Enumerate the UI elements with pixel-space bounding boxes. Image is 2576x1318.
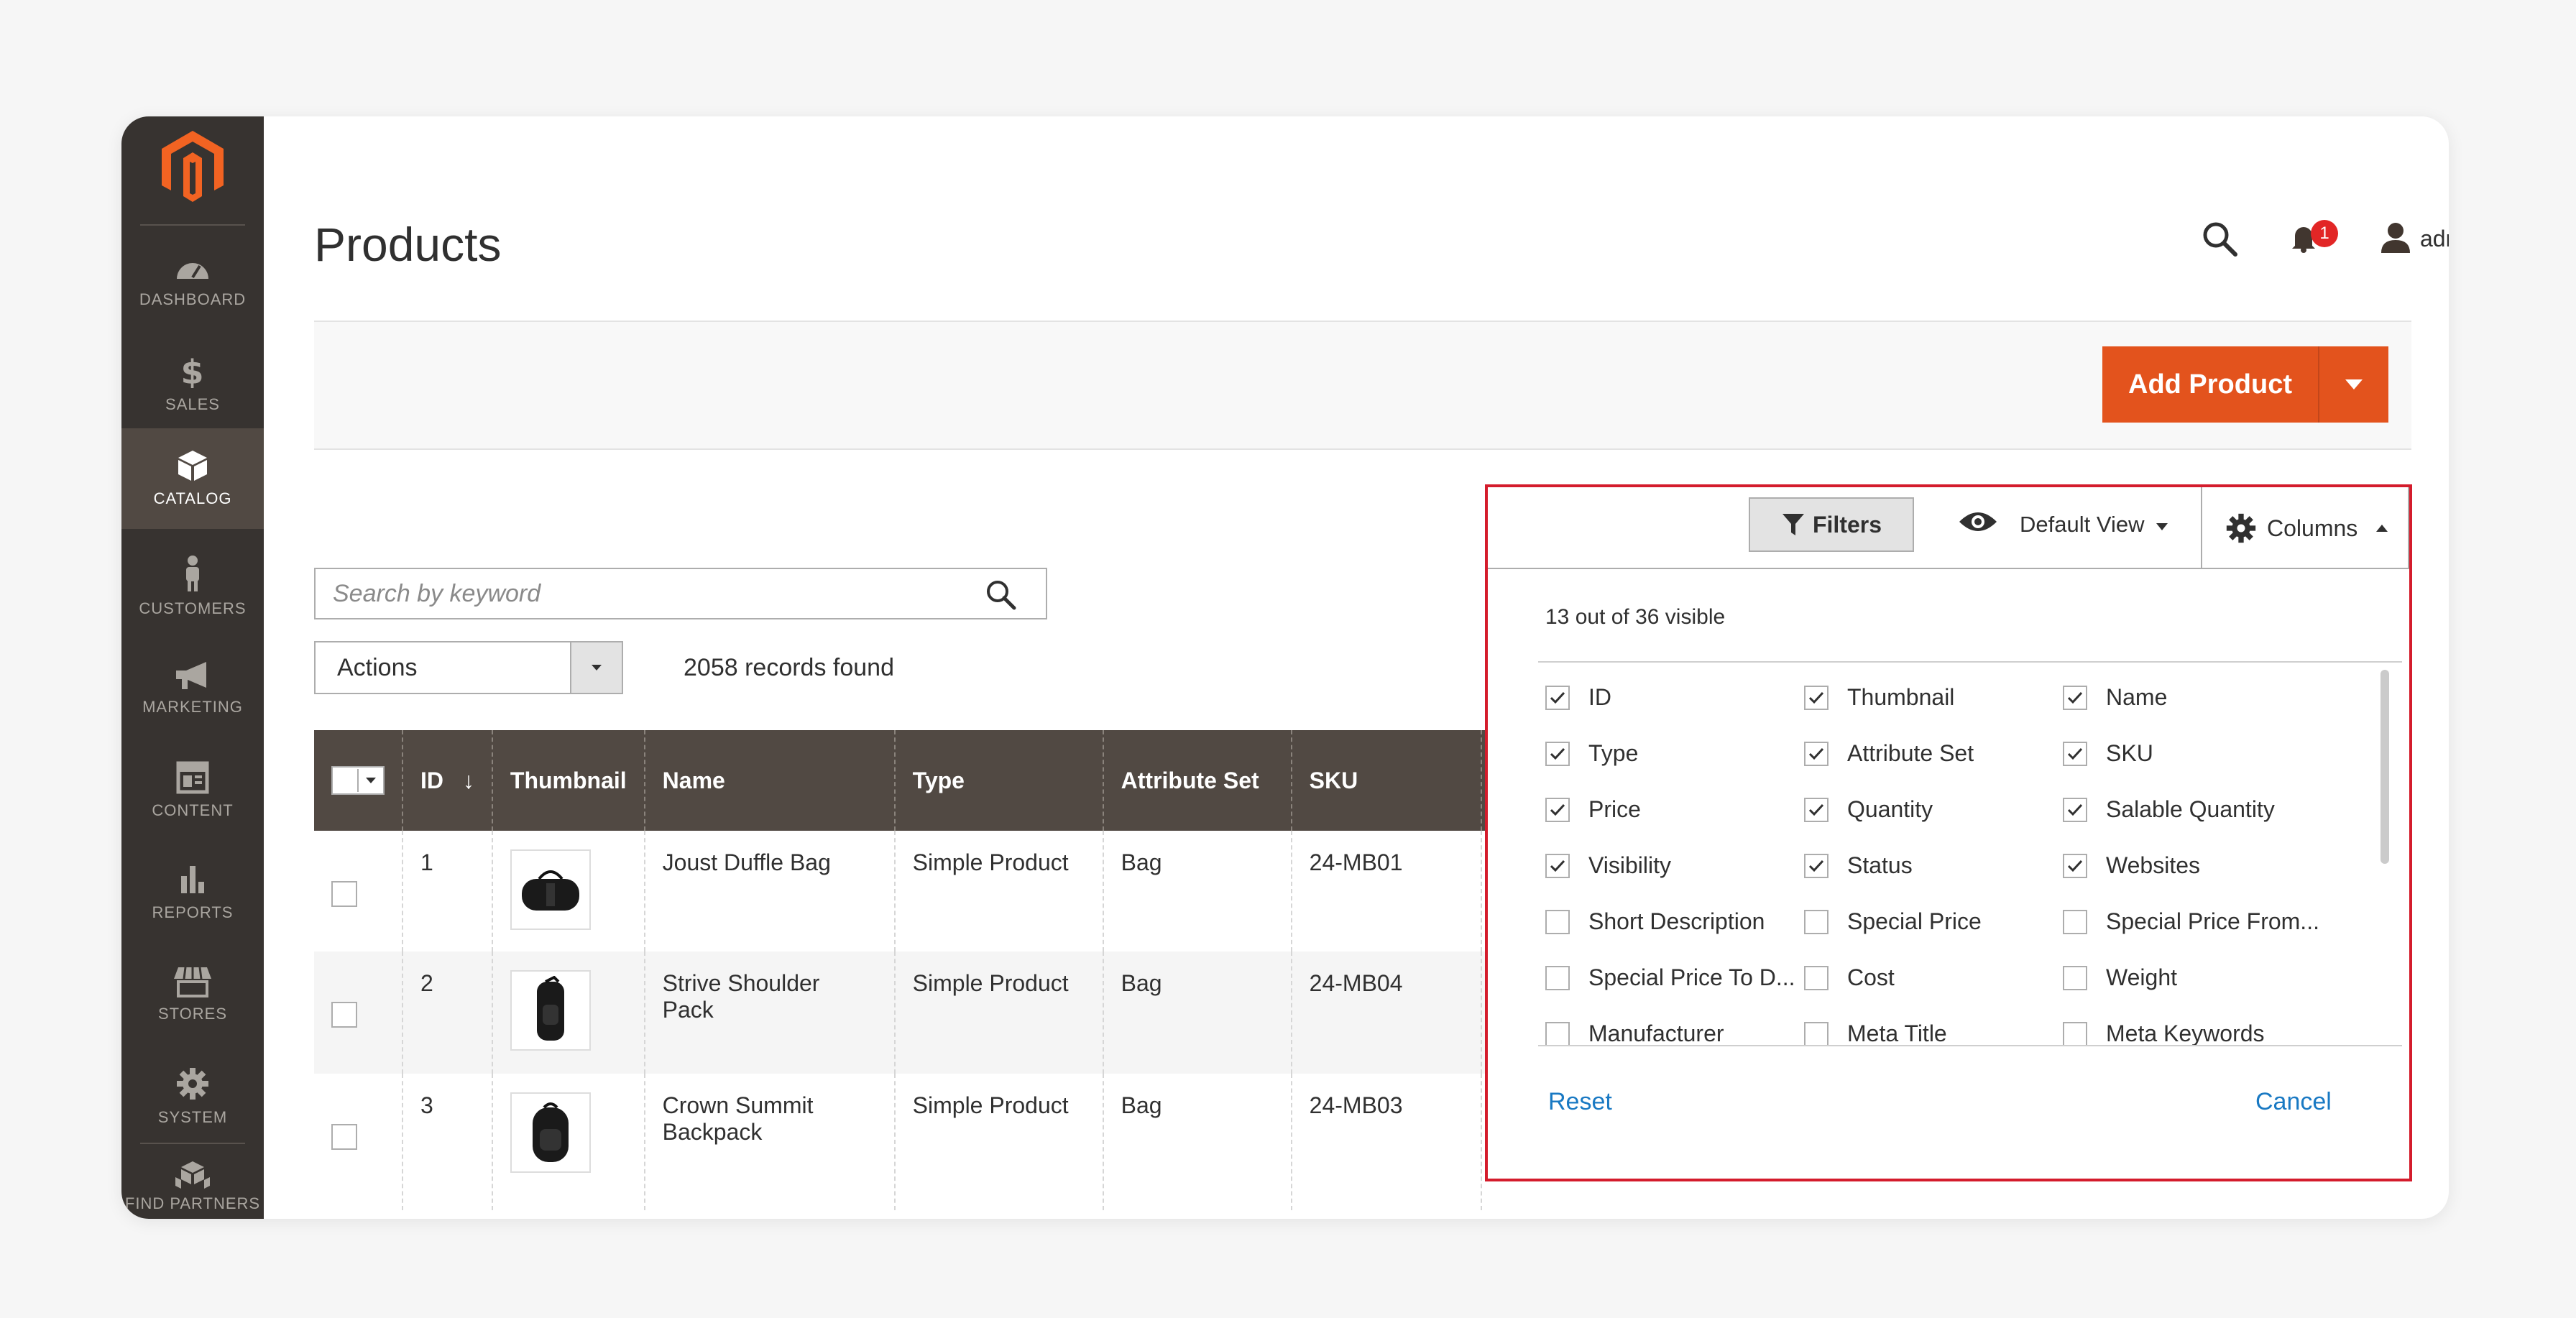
bar-chart-icon bbox=[181, 866, 204, 893]
cell-attribute-set: Bag bbox=[1103, 831, 1292, 951]
search-input[interactable] bbox=[316, 569, 967, 618]
sidebar-item-dashboard[interactable]: DASHBOARD bbox=[121, 231, 264, 332]
user-icon[interactable] bbox=[2380, 221, 2411, 253]
caret-down-icon bbox=[592, 665, 602, 670]
sort-arrow-icon: ↓ bbox=[462, 767, 474, 793]
row-checkbox[interactable] bbox=[331, 1002, 357, 1028]
cell-id: 2 bbox=[402, 951, 493, 1074]
sidebar-item-catalog[interactable]: CATALOG bbox=[121, 428, 264, 529]
cell-sku: 24-MB01 bbox=[1291, 831, 1482, 951]
sidebar-item-label: REPORTS bbox=[152, 903, 234, 921]
actions-dropdown-button[interactable] bbox=[570, 642, 622, 693]
sidebar-item-label: FIND PARTNERS bbox=[124, 1194, 261, 1212]
row-select-cell bbox=[314, 1074, 403, 1210]
keyword-search bbox=[314, 568, 1047, 619]
layout-icon bbox=[176, 761, 209, 794]
cell-attribute-set: Bag bbox=[1103, 951, 1292, 1074]
product-thumbnail[interactable] bbox=[510, 1092, 591, 1173]
page-actions-bar: Add Product bbox=[314, 321, 2411, 450]
sidebar-item-find-partners[interactable]: FIND PARTNERS bbox=[121, 1151, 264, 1219]
store-icon bbox=[174, 967, 211, 997]
column-header-id[interactable]: ID ↓ bbox=[402, 730, 493, 831]
sidebar-item-sales[interactable]: $ SALES bbox=[121, 333, 264, 434]
sidebar-item-content[interactable]: CONTENT bbox=[121, 740, 264, 841]
row-select-cell bbox=[314, 951, 403, 1074]
sidebar-item-marketing[interactable]: MARKETING bbox=[121, 638, 264, 739]
sidebar-item-system[interactable]: SYSTEM bbox=[121, 1046, 264, 1147]
search-icon[interactable] bbox=[984, 578, 1017, 611]
sidebar-item-label: CUSTOMERS bbox=[139, 599, 247, 617]
sidebar-item-label: SYSTEM bbox=[157, 1108, 228, 1126]
notification-badge: 1 bbox=[2311, 220, 2338, 247]
gear-icon bbox=[177, 1068, 208, 1100]
person-icon bbox=[186, 556, 199, 591]
cell-thumbnail bbox=[492, 831, 645, 951]
cell-id: 1 bbox=[402, 831, 493, 951]
mass-select-dropdown[interactable] bbox=[331, 766, 385, 795]
add-product-dropdown-toggle[interactable] bbox=[2319, 378, 2388, 391]
sidebar-item-stores[interactable]: STORES bbox=[121, 944, 264, 1045]
add-product-label[interactable]: Add Product bbox=[2102, 369, 2318, 400]
cell-attribute-set: Bag bbox=[1103, 1074, 1292, 1210]
sidebar-divider bbox=[140, 224, 245, 226]
column-header-type[interactable]: Type bbox=[894, 730, 1104, 831]
caret-down-icon bbox=[366, 778, 376, 783]
row-select-cell bbox=[314, 831, 403, 951]
column-header-sku[interactable]: SKU bbox=[1291, 730, 1482, 831]
cell-name: Crown Summit Backpack bbox=[644, 1074, 896, 1210]
backpack-image bbox=[532, 1102, 569, 1162]
dashboard-icon bbox=[177, 263, 208, 279]
dollar-icon: $ bbox=[180, 354, 204, 388]
product-thumbnail[interactable] bbox=[510, 970, 591, 1051]
mass-actions-select[interactable]: Actions bbox=[314, 641, 623, 694]
row-checkbox[interactable] bbox=[331, 1124, 357, 1150]
product-thumbnail[interactable] bbox=[510, 849, 591, 930]
add-product-button[interactable]: Add Product bbox=[2102, 346, 2388, 423]
duffle-bag-image bbox=[521, 870, 579, 911]
search-icon[interactable] bbox=[2201, 220, 2238, 257]
shoulder-pack-image bbox=[536, 976, 564, 1041]
sidebar-item-label: MARKETING bbox=[142, 698, 243, 716]
sidebar-item-label: CATALOG bbox=[153, 489, 232, 507]
admin-sidebar: DASHBOARD $ SALES CATALOG CUSTOMERS MARK… bbox=[121, 116, 264, 1219]
magento-logo[interactable] bbox=[159, 129, 226, 204]
cell-thumbnail bbox=[492, 951, 645, 1074]
box-icon bbox=[178, 451, 207, 481]
cell-thumbnail bbox=[492, 1074, 645, 1210]
column-header-attribute-set[interactable]: Attribute Set bbox=[1103, 730, 1292, 831]
sidebar-divider bbox=[140, 1143, 245, 1144]
actions-select-value: Actions bbox=[337, 653, 418, 681]
user-menu-label[interactable]: admin bbox=[2420, 226, 2449, 252]
caret-down-icon bbox=[2345, 379, 2363, 390]
cell-name: Joust Duffle Bag bbox=[644, 831, 896, 951]
megaphone-icon bbox=[176, 662, 206, 689]
sidebar-item-label: CONTENT bbox=[152, 801, 234, 819]
cell-id: 3 bbox=[402, 1074, 493, 1210]
cell-type: Simple Product bbox=[894, 951, 1104, 1074]
sidebar-item-label: SALES bbox=[165, 395, 220, 413]
select-all-checkbox[interactable] bbox=[333, 769, 359, 792]
sidebar-item-customers[interactable]: CUSTOMERS bbox=[121, 536, 264, 637]
svg-text:$: $ bbox=[180, 354, 204, 388]
row-checkbox[interactable] bbox=[331, 881, 357, 907]
column-header-name[interactable]: Name bbox=[644, 730, 896, 831]
cell-type: Simple Product bbox=[894, 1074, 1104, 1210]
sidebar-item-reports[interactable]: REPORTS bbox=[121, 842, 264, 943]
cubes-icon bbox=[175, 1161, 210, 1189]
mass-select-header[interactable] bbox=[314, 730, 403, 831]
cell-name: Strive Shoulder Pack bbox=[644, 951, 896, 1074]
highlight-outline bbox=[1485, 484, 2412, 1181]
cell-type: Simple Product bbox=[894, 831, 1104, 951]
records-count: 2058 records found bbox=[684, 654, 894, 681]
column-header-thumbnail[interactable]: Thumbnail bbox=[492, 730, 645, 831]
cell-sku: 24-MB03 bbox=[1291, 1074, 1482, 1210]
sidebar-item-label: DASHBOARD bbox=[139, 290, 247, 308]
cell-sku: 24-MB04 bbox=[1291, 951, 1482, 1074]
page-title: Products bbox=[314, 218, 502, 271]
sidebar-item-label: STORES bbox=[157, 1005, 228, 1023]
